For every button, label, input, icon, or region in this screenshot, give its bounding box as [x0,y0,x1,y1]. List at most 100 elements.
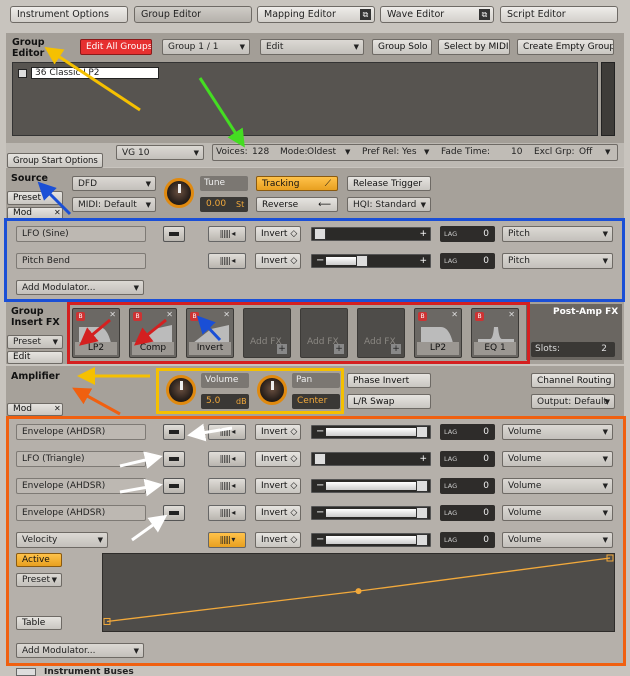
close-icon[interactable]: ✕ [54,208,61,217]
lag-field[interactable]: LAG 0 [440,424,495,440]
group-solo-button[interactable]: Group Solo [372,39,432,55]
invert-button[interactable]: Invert ◇ [255,226,301,242]
add-modulator-select[interactable]: Add Modulator... ▼ [16,643,144,658]
group-start-options-tab[interactable]: Group Start Options [7,153,103,168]
plus-icon[interactable]: + [334,344,344,354]
amp-mod-row-source[interactable]: Envelope (AHDSR) [16,424,146,440]
fx-slot-lp2[interactable]: B ✕ LP2 [72,308,120,358]
fx-slot-empty[interactable]: Add FX + [300,308,348,358]
mod-target-select[interactable]: Volume ▼ [502,451,613,467]
close-icon[interactable]: ✕ [166,310,173,319]
tab-instrument-options[interactable]: Instrument Options [10,6,128,23]
tune-knob[interactable] [164,178,194,208]
bypass-icon[interactable]: B [133,312,142,321]
volume-knob[interactable] [166,375,196,405]
close-icon[interactable]: ✕ [451,310,458,319]
bypass-icon[interactable]: B [475,312,484,321]
source-mode-select[interactable]: DFD ▼ [72,176,156,191]
bypass-icon[interactable]: B [190,312,199,321]
mod-amount-slider[interactable]: − [311,425,431,439]
mod-shape-icon[interactable]: |||||| ◂ [208,253,246,269]
mod-shape-icon[interactable]: |||||| ◂ [208,226,246,242]
fx-slot-comp[interactable]: B ✕ Comp [129,308,177,358]
mod-shape-icon[interactable]: |||||| ◂ [208,424,246,440]
mod-target-select[interactable]: Volume ▼ [502,532,613,548]
slots-field[interactable]: Slots: 2 [531,342,615,357]
pan-knob[interactable] [257,375,287,405]
source-preset-button[interactable]: Preset [7,191,63,205]
mod-shape-icon[interactable]: |||||| ◂ [208,505,246,521]
mod-amount-slider[interactable]: − [311,506,431,520]
mod-toggle-icon[interactable] [163,478,185,494]
midi-select[interactable]: MIDI: Default ▼ [72,197,156,212]
lag-field[interactable]: LAG 0 [440,505,495,521]
invert-button[interactable]: Invert ◇ [255,424,301,440]
lag-field[interactable]: LAG 0 [440,253,495,269]
mod-toggle-icon[interactable] [163,505,185,521]
detach-icon[interactable]: ⧉ [360,9,371,20]
mod-amount-slider[interactable]: − [311,533,431,547]
vg-selector[interactable]: VG 10 ▼ [116,145,204,160]
amp-mod-row-source[interactable]: Envelope (AHDSR) [16,478,146,494]
tab-group-editor[interactable]: Group Editor [134,6,252,23]
velocity-curve-point[interactable] [355,588,362,595]
tracking-button[interactable]: Tracking ⟋ [256,176,338,191]
invert-button[interactable]: Invert ◇ [255,478,301,494]
invert-button[interactable]: Invert ◇ [255,253,301,269]
fx-slot-empty[interactable]: Add FX + [243,308,291,358]
create-empty-group-button[interactable]: Create Empty Group [517,39,614,55]
post-fx-slot-eq1[interactable]: B ✕ EQ 1 [471,308,519,358]
detach-icon[interactable]: ⧉ [479,9,490,20]
plus-icon[interactable]: + [391,344,401,354]
close-icon[interactable]: ✕ [109,310,116,319]
velocity-curve[interactable] [102,553,615,632]
add-modulator-select[interactable]: Add Modulator... ▼ [16,280,144,295]
group-list-scrollbar[interactable] [601,62,615,136]
channel-routing-button[interactable]: Channel Routing [531,373,615,388]
bypass-icon[interactable]: B [418,312,427,321]
amp-mod-row-source[interactable]: Velocity ▼ [16,532,108,548]
invert-button[interactable]: Invert ◇ [255,505,301,521]
amp-mod-row-source[interactable]: LFO (Triangle) [16,451,146,467]
mod-shape-icon[interactable]: |||||| ◂ [208,478,246,494]
lag-field[interactable]: LAG 0 [440,478,495,494]
bypass-icon[interactable]: B [76,312,85,321]
mod-shape-icon[interactable]: |||||| ◂ [208,451,246,467]
fade-time-value[interactable]: 10 [511,147,522,157]
pref-rel-value[interactable]: Yes [402,147,417,157]
release-trigger-button[interactable]: Release Trigger [347,176,431,191]
reverse-button[interactable]: Reverse ⟵ [256,197,338,212]
edit-all-groups-button[interactable]: Edit All Groups [80,39,152,55]
mod-amount-slider[interactable]: + [311,227,431,241]
mod-toggle-icon[interactable] [163,451,185,467]
tab-mapping-editor[interactable]: Mapping Editor ⧉ [257,6,375,23]
hqi-select[interactable]: HQI: Standard ▼ [347,197,431,212]
group-selector[interactable]: Group 1 / 1 ▼ [162,39,250,55]
fx-slot-empty[interactable]: Add FX + [357,308,405,358]
active-button[interactable]: Active [16,553,62,567]
tab-script-editor[interactable]: Script Editor [500,6,618,23]
invert-button[interactable]: Invert ◇ [255,451,301,467]
close-icon[interactable]: ✕ [508,310,515,319]
source-mod-row-source[interactable]: LFO (Sine) [16,226,146,242]
group-fx-edit[interactable]: Edit [7,351,63,364]
mod-target-select[interactable]: Volume ▼ [502,505,613,521]
velocity-preset-select[interactable]: Preset ▼ [16,573,62,587]
lr-swap-button[interactable]: L/R Swap [347,394,431,409]
mode-value[interactable]: Oldest [307,147,336,157]
close-icon[interactable]: ✕ [223,310,230,319]
select-by-midi-button[interactable]: Select by MIDI [438,39,510,55]
lag-field[interactable]: LAG 0 [440,532,495,548]
output-select[interactable]: Output: Default ▼ [531,394,615,409]
mod-toggle-icon[interactable] [163,424,185,440]
source-mod-row-source[interactable]: Pitch Bend [16,253,146,269]
mod-amount-slider[interactable]: + [311,452,431,466]
mod-shape-icon[interactable]: |||||| ▾ [208,532,246,548]
group-checkbox[interactable] [18,69,27,78]
amp-mod-row-source[interactable]: Envelope (AHDSR) [16,505,146,521]
group-list-item[interactable]: 36 Classic LP2 [31,67,159,79]
mod-target-select[interactable]: Volume ▼ [502,424,613,440]
post-fx-slot-lp2[interactable]: B ✕ LP2 [414,308,462,358]
lag-field[interactable]: LAG 0 [440,451,495,467]
excl-grp-value[interactable]: Off [579,147,592,157]
